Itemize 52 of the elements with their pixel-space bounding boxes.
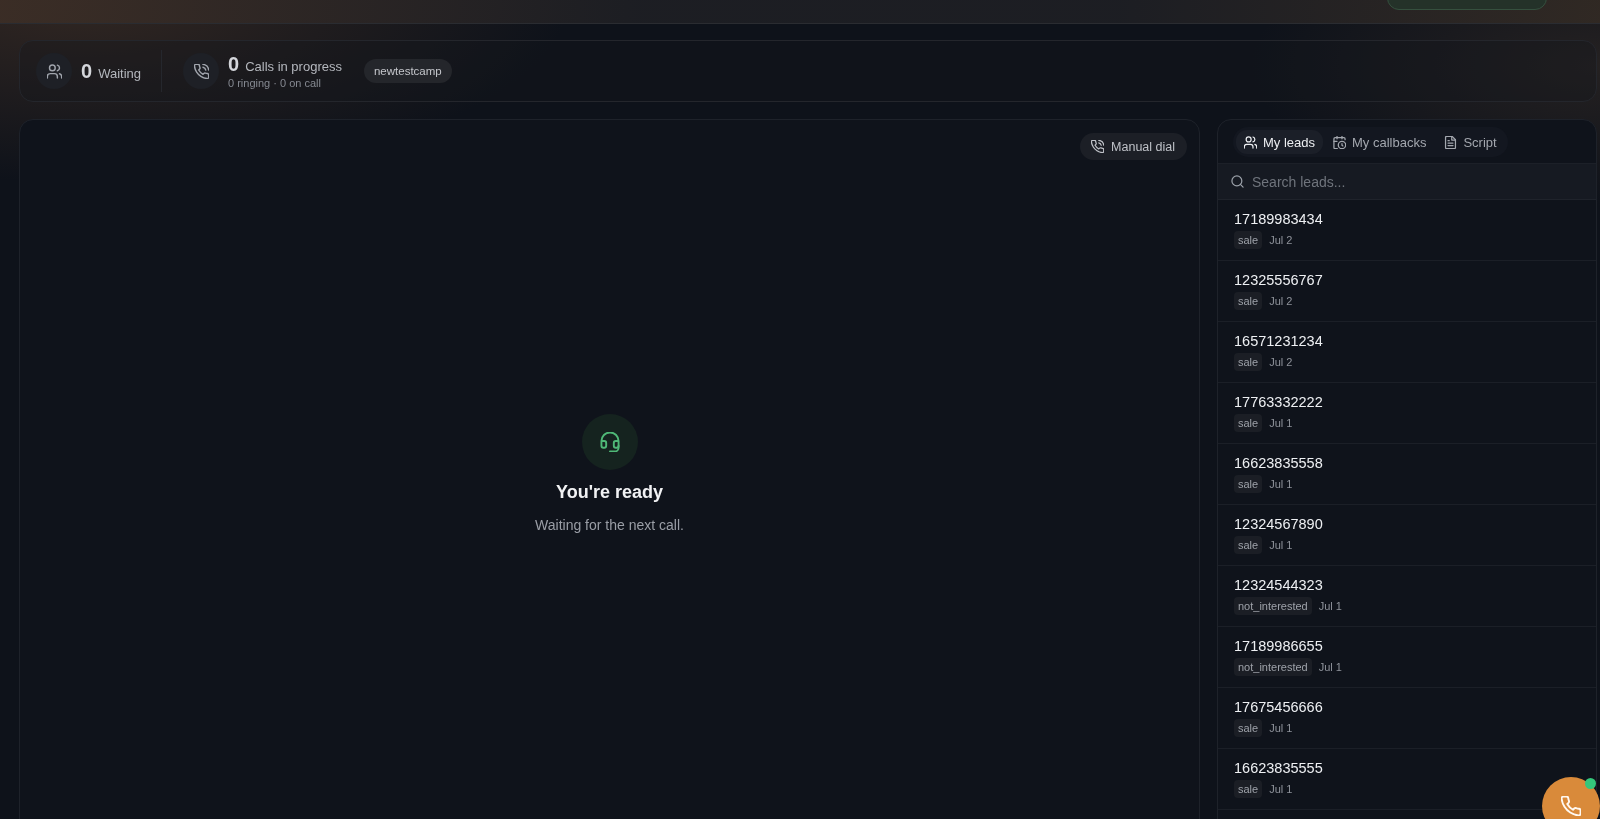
- disposition-tag: sale: [1234, 719, 1263, 737]
- lead-phone[interactable]: 16623835558: [1234, 455, 1323, 471]
- phone-call-icon: [1091, 140, 1105, 153]
- stat-detail: 0 ringing · 0 on call: [228, 77, 322, 89]
- disposition-tag: sale: [1234, 780, 1263, 798]
- phone-call-icon: [183, 53, 219, 89]
- manual-dial-button[interactable]: Manual dial: [1080, 133, 1187, 160]
- search-icon: [1231, 175, 1244, 188]
- disposition-tag: sale: [1234, 475, 1263, 493]
- document-icon: [1444, 135, 1458, 149]
- lead-phone[interactable]: 17763332222: [1234, 394, 1323, 410]
- lead-phone[interactable]: 12324544323: [1234, 577, 1323, 593]
- disposition-tag: sale: [1234, 414, 1263, 432]
- disposition-tag: not_interested: [1234, 658, 1312, 676]
- campaign-tag: newtestcamp: [363, 59, 452, 83]
- tab[interactable]: Script: [1436, 130, 1505, 154]
- lead-date: Jul 2: [1269, 356, 1293, 368]
- stat-label: Calls in progress: [245, 59, 342, 74]
- lead-phone[interactable]: 17189983434: [1234, 211, 1323, 227]
- users-icon: [36, 53, 72, 89]
- lead-date: Jul 2: [1269, 234, 1293, 246]
- lead-date: Jul 1: [1269, 539, 1293, 551]
- status-text: Waiting for the next call.: [535, 516, 684, 533]
- stat-count: 0: [81, 60, 93, 82]
- lead-phone[interactable]: 17189986655: [1234, 638, 1323, 654]
- lead-phone[interactable]: 12325556767: [1234, 272, 1323, 288]
- lead-date: Jul 1: [1269, 783, 1293, 795]
- disposition-tag: sale: [1234, 353, 1263, 371]
- lead-date: Jul 1: [1269, 417, 1293, 429]
- users-icon: [1244, 135, 1257, 149]
- tab[interactable]: My leads: [1236, 130, 1324, 154]
- lead-date: Jul 2: [1269, 295, 1293, 307]
- lead-date: Jul 1: [1269, 722, 1293, 734]
- status-title: You're ready: [556, 481, 663, 503]
- stat-label: Waiting: [98, 66, 141, 81]
- lead-phone[interactable]: 16571231234: [1234, 333, 1323, 349]
- disposition-tag: sale: [1234, 536, 1263, 554]
- stat-count: 0: [228, 53, 240, 75]
- phone-icon: [1561, 796, 1581, 816]
- search-input[interactable]: Search leads...: [1252, 166, 1582, 197]
- search-field[interactable]: Search leads...: [1218, 164, 1596, 200]
- calendar-clock-icon: [1333, 135, 1347, 149]
- lead-phone[interactable]: 16623835555: [1234, 760, 1323, 776]
- disposition-tag: not_interested: [1234, 597, 1312, 615]
- lead-date: Jul 1: [1318, 600, 1342, 612]
- lead-phone[interactable]: 17675456666: [1234, 699, 1323, 715]
- lead-date: Jul 1: [1269, 478, 1293, 490]
- disposition-tag: sale: [1234, 231, 1263, 249]
- lead-date: Jul 1: [1318, 661, 1342, 673]
- disposition-tag: sale: [1234, 292, 1263, 310]
- tab[interactable]: My callbacks: [1325, 130, 1435, 154]
- lead-phone[interactable]: 12324567890: [1234, 516, 1323, 532]
